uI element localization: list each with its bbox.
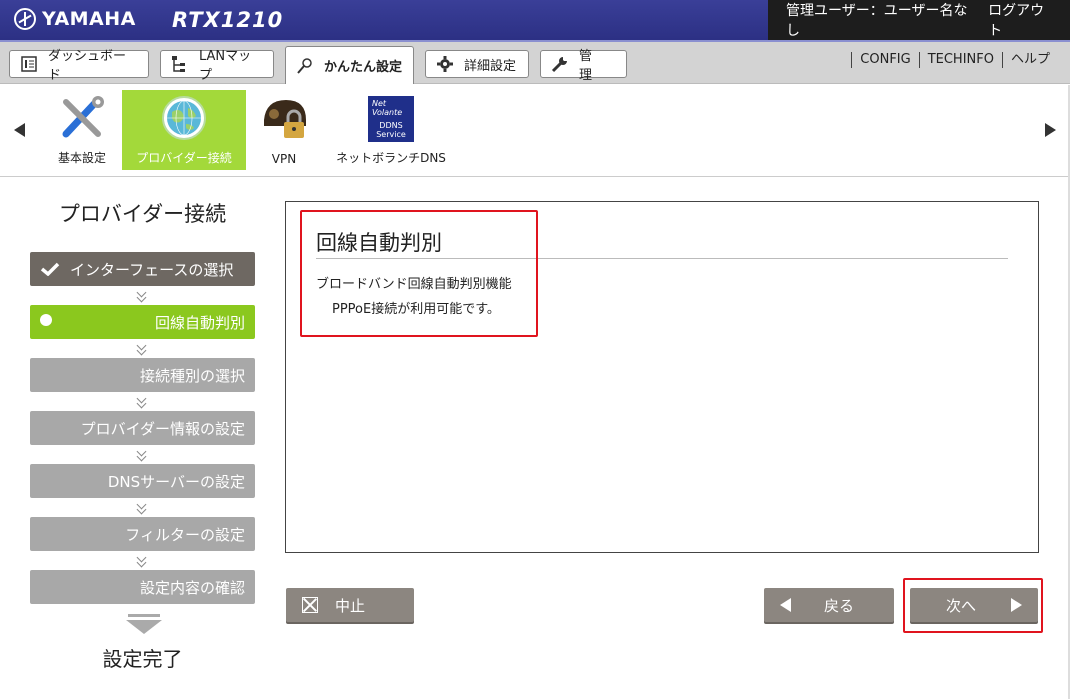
logout-link[interactable]: ログアウト <box>988 0 1054 40</box>
tools-icon <box>58 94 106 145</box>
back-arrow-icon <box>780 598 791 612</box>
app-header: YAMAHA RTX1210 管理ユーザー：ユーザー名なし ログアウト <box>0 0 1070 42</box>
step-dns-server: DNSサーバーの設定 <box>30 464 255 498</box>
cancel-x-icon <box>302 597 318 613</box>
strip-item-label: VPN <box>271 152 297 166</box>
step-line-auto-detect: 回線自動判別 <box>30 305 255 339</box>
step-label: フィルターの設定 <box>125 525 245 544</box>
tab-label: 詳細設定 <box>464 58 517 74</box>
step-chevron-icon <box>136 556 148 568</box>
brand-name: YAMAHA <box>42 8 136 30</box>
sidebar-title: プロバイダー接続 <box>58 202 227 226</box>
strip-item-label: ネットボランチDNS <box>336 151 446 165</box>
gear-icon <box>436 55 454 73</box>
tab-label: 管 理 <box>579 49 606 83</box>
cancel-button-label: 中止 <box>334 596 365 615</box>
config-link[interactable]: CONFIG <box>851 52 918 68</box>
ddns-icon-text: Net <box>372 99 387 108</box>
strip-item-provider-connection[interactable]: プロバイダー接続 <box>122 90 246 170</box>
step-chevron-icon <box>136 397 148 409</box>
step-label: 接続種別の選択 <box>139 366 245 385</box>
yamaha-tuning-fork-icon <box>14 8 36 30</box>
ddns-icon-text: Service <box>376 130 406 139</box>
yamaha-logo: YAMAHA <box>14 8 136 30</box>
wrench-icon <box>551 55 569 73</box>
step-filter: フィルターの設定 <box>30 517 255 551</box>
step-interface-selection: インターフェースの選択 <box>30 252 255 286</box>
strip-item-label: プロバイダー接続 <box>136 151 232 165</box>
step-confirm: 設定内容の確認 <box>30 570 255 604</box>
setup-category-strip: 基本設定 プロバイダー接続 VPN Net Volante DDNS Servi… <box>0 85 1070 177</box>
step-chevron-icon <box>136 503 148 515</box>
tab-advanced-settings[interactable]: 詳細設定 <box>425 50 529 78</box>
model-name: RTX1210 <box>172 8 284 32</box>
finish-label: 設定完了 <box>102 647 183 671</box>
step-label: 設定内容の確認 <box>139 578 245 597</box>
ddns-icon-text: DDNS <box>379 121 403 130</box>
easy-setup-icon <box>296 57 314 75</box>
back-button[interactable]: 戻る <box>764 588 894 622</box>
step-label: DNSサーバーの設定 <box>107 472 245 491</box>
strip-item-vpn[interactable]: VPN <box>256 90 312 170</box>
checkmark-icon <box>40 262 60 277</box>
vpn-lock-icon <box>260 96 308 145</box>
lan-map-icon <box>171 55 189 73</box>
step-provider-info: プロバイダー情報の設定 <box>30 411 255 445</box>
strip-scroll-left-icon[interactable] <box>14 123 25 137</box>
tab-easy-setup[interactable]: かんたん設定 <box>285 46 414 84</box>
highlight-box-result <box>300 210 538 337</box>
user-area: 管理ユーザー：ユーザー名なし ログアウト <box>768 0 1070 40</box>
tab-label: ダッシュボード <box>48 49 127 83</box>
ddns-icon: Net Volante DDNS Service <box>368 96 414 142</box>
help-link[interactable]: ヘルプ <box>1001 52 1058 68</box>
user-status: 管理ユーザー：ユーザー名なし <box>786 3 968 39</box>
strip-scroll-right-icon[interactable] <box>1045 123 1056 137</box>
tab-management[interactable]: 管 理 <box>540 49 627 83</box>
tab-label: かんたん設定 <box>324 60 403 75</box>
globe-icon <box>160 94 208 145</box>
finish-arrow-icon <box>124 614 164 636</box>
cancel-button[interactable]: 中止 <box>286 588 414 622</box>
ddns-icon-text: Volante <box>372 108 403 117</box>
step-chevron-icon <box>136 291 148 303</box>
dashboard-icon <box>20 55 38 73</box>
tab-dashboard[interactable]: ダッシュボード <box>9 49 149 83</box>
step-connection-type: 接続種別の選択 <box>30 358 255 392</box>
step-label: インターフェースの選択 <box>70 260 234 279</box>
back-button-label: 戻る <box>823 596 854 615</box>
step-label: プロバイダー情報の設定 <box>80 419 245 438</box>
strip-item-basic-settings[interactable]: 基本設定 <box>50 90 114 170</box>
strip-item-netvolante-dns[interactable]: Net Volante DDNS Service ネットボランチDNS <box>326 90 456 170</box>
top-links: CONFIG TECHINFO ヘルプ <box>851 52 1058 68</box>
current-step-bulb-icon <box>40 314 52 326</box>
tab-label: LANマップ <box>199 49 252 83</box>
tab-lan-map[interactable]: LANマップ <box>160 49 274 83</box>
highlight-box-next <box>903 578 1043 633</box>
step-chevron-icon <box>136 450 148 462</box>
strip-item-label: 基本設定 <box>57 151 106 165</box>
techinfo-link[interactable]: TECHINFO <box>918 52 1002 68</box>
step-label: 回線自動判別 <box>154 313 245 332</box>
main-tab-bar: ダッシュボード LANマップ かんたん設定 詳細設定 管 理 CONFIG TE… <box>0 42 1070 84</box>
step-chevron-icon <box>136 344 148 356</box>
